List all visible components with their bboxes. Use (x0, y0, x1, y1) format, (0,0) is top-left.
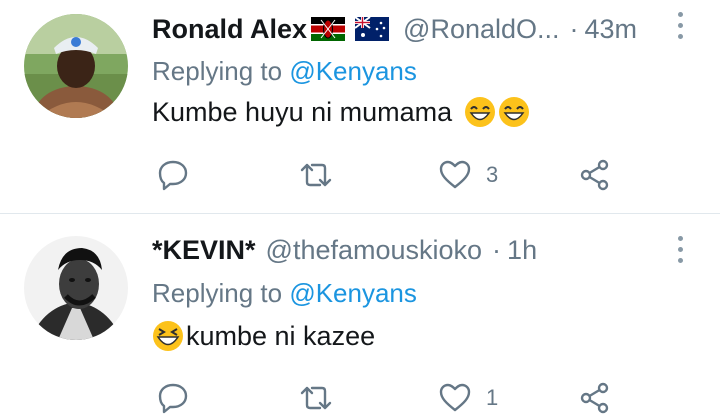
share-icon (580, 382, 609, 414)
avatar[interactable] (24, 14, 128, 118)
tweet[interactable]: *KEVIN* @thefamouskioko · 1h Replying to… (0, 214, 720, 414)
grinning-squinting-face-icon (152, 320, 184, 352)
separator: · (492, 234, 502, 265)
tweet-text-content: kumbe ni kazee (186, 320, 376, 351)
retweet-button[interactable] (298, 378, 334, 418)
heart-icon (439, 160, 471, 189)
timestamp[interactable]: 1h (507, 235, 537, 266)
author-name[interactable]: *KEVIN* (152, 235, 256, 266)
mention-link[interactable]: @Kenyans (289, 56, 417, 86)
reply-button[interactable] (156, 155, 190, 195)
author-handle[interactable]: @RonaldO... (403, 14, 559, 45)
kenya-flag-icon (311, 17, 346, 41)
reply-icon (158, 383, 188, 414)
grinning-squinting-face-icon (464, 96, 496, 128)
share-button[interactable] (578, 378, 612, 418)
mention-link[interactable]: @Kenyans (289, 278, 417, 308)
more-options-icon[interactable] (670, 12, 690, 44)
like-button[interactable]: 1 (438, 378, 498, 418)
tweet-actions: 3 (152, 155, 622, 195)
tweet-text: Kumbe huyu ni mumama (152, 96, 530, 128)
tweet-header: *KEVIN* @thefamouskioko · 1h (152, 232, 660, 268)
avatar[interactable] (24, 236, 128, 340)
tweet-text: kumbe ni kazee (152, 320, 375, 352)
reply-icon (158, 160, 188, 191)
replying-to: Replying to @Kenyans (152, 278, 417, 309)
share-icon (580, 159, 609, 191)
replying-prefix: Replying to (152, 278, 283, 308)
tweet-header: Ronald Alex @RonaldO... · 43m (152, 11, 660, 47)
separator: · (569, 13, 579, 44)
australia-flag-icon (355, 17, 390, 41)
replying-prefix: Replying to (152, 56, 283, 86)
more-options-icon[interactable] (670, 236, 690, 268)
grinning-squinting-face-icon (498, 96, 530, 128)
tweet[interactable]: Ronald Alex @RonaldO... · 43m Replying t… (0, 0, 720, 213)
like-count: 1 (486, 385, 499, 410)
retweet-icon (300, 163, 332, 187)
like-button[interactable]: 3 (438, 155, 498, 195)
retweet-icon (300, 386, 332, 410)
tweet-actions: 1 (152, 378, 622, 418)
replying-to: Replying to @Kenyans (152, 56, 417, 87)
author-name[interactable]: Ronald Alex (152, 14, 307, 45)
retweet-button[interactable] (298, 155, 334, 195)
like-count: 3 (486, 162, 499, 187)
share-button[interactable] (578, 155, 612, 195)
timestamp[interactable]: 43m (585, 14, 638, 45)
author-handle[interactable]: @thefamouskioko (266, 235, 483, 266)
heart-icon (439, 383, 471, 412)
tweet-text-content: Kumbe huyu ni mumama (152, 96, 453, 127)
reply-button[interactable] (156, 378, 190, 418)
